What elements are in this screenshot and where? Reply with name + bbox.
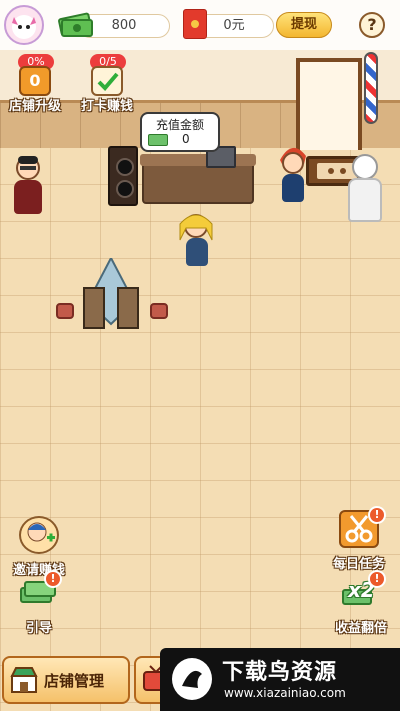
guide-button[interactable]: ! 引导	[2, 570, 76, 636]
recharge-bubble[interactable]: 充值金额 0	[140, 112, 220, 152]
watermark-bird-logo	[172, 658, 212, 700]
double-income-button[interactable]: x2 ! 收益翻倍	[324, 570, 398, 636]
upgrade-level-value: 0	[29, 71, 41, 90]
shop-manage-button[interactable]: 店铺管理	[2, 656, 130, 704]
invite-earn-button[interactable]: 邀请赚钱	[2, 512, 76, 578]
double-income-label: 收益翻倍	[334, 621, 387, 636]
barber-pole	[364, 52, 378, 124]
watermark-url: www.xiazainiao.com	[224, 686, 346, 700]
checklist-icon	[91, 66, 123, 96]
guide-alert-badge: !	[44, 570, 62, 588]
double-income-alert-badge: !	[368, 570, 386, 588]
storefront-icon	[10, 666, 38, 694]
barber-chair[interactable]	[150, 303, 168, 319]
counter-top	[140, 154, 256, 166]
checkin-earn-label: 打卡赚钱	[80, 99, 133, 114]
shop-upgrade-label: 店铺升级	[8, 99, 61, 114]
recharge-value: 0	[182, 132, 190, 146]
blonde-barber[interactable]	[176, 210, 216, 282]
withdraw-button[interactable]: 提现	[276, 12, 332, 38]
guide-label: 引导	[25, 621, 52, 636]
checkin-earn-button[interactable]: 0/5 打卡赚钱	[72, 54, 142, 114]
help-button[interactable]: ?	[359, 12, 385, 38]
recharge-title: 充值金额	[155, 118, 204, 132]
daily-tasks-alert-badge: !	[368, 506, 386, 524]
cash-icon	[148, 134, 168, 146]
invite-friend-icon	[19, 516, 59, 554]
mirror-station[interactable]	[82, 255, 140, 330]
redpacket-icon	[183, 9, 207, 39]
cash-stack-icon	[56, 6, 96, 40]
site-watermark: 下载鸟资源 www.xiazainiao.com	[160, 648, 400, 711]
customer-glasses-man[interactable]	[12, 156, 44, 226]
upgrade-level-icon: 0	[19, 66, 51, 96]
speaker	[108, 146, 138, 206]
daily-tasks-button[interactable]: ! 每日任务	[322, 506, 396, 572]
shop-door	[296, 58, 362, 150]
shop-manage-label: 店铺管理	[44, 672, 105, 690]
barber-chair[interactable]	[56, 303, 74, 319]
shop-upgrade-button[interactable]: 0% 0 店铺升级	[0, 54, 70, 114]
arab-customer[interactable]	[344, 150, 386, 228]
redhead-customer[interactable]	[276, 144, 310, 214]
watermark-title: 下载鸟资源	[222, 660, 338, 685]
player-avatar[interactable]	[4, 5, 44, 45]
